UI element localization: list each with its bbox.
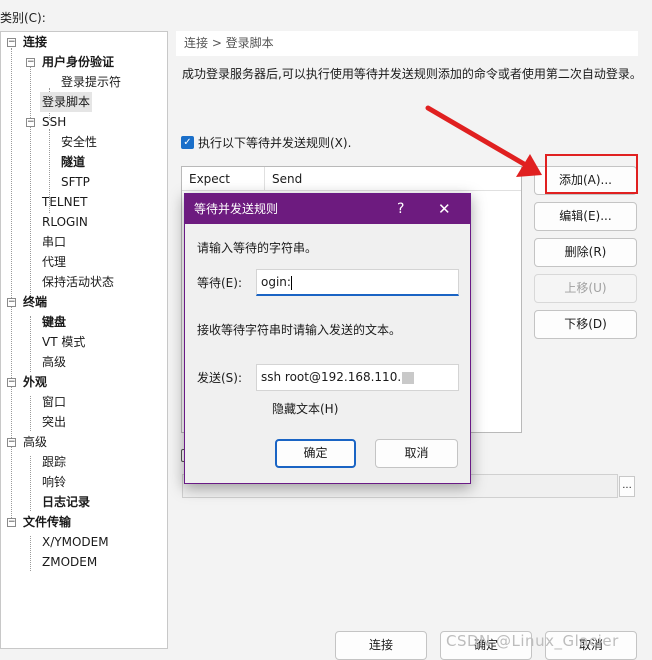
tree-item-file-transfer[interactable]: 文件传输 [23,512,71,532]
tree-item-advanced[interactable]: 高级 [23,432,47,452]
send-input[interactable]: ssh root@192.168.110. [256,364,459,391]
tree-item-auth[interactable]: 用户身份验证 [42,52,114,72]
tree-item-keyboard[interactable]: 键盘 [42,312,66,332]
move-down-button[interactable]: 下移(D) [534,310,637,339]
tree-item-tunnel[interactable]: 隧道 [61,152,85,172]
wait-input-value: ogin: [261,275,291,289]
delete-button[interactable]: 删除(R) [534,238,637,267]
send-prompt-text: 接收等待字符串时请输入发送的文本。 [197,323,402,337]
tree-item-terminal-advanced[interactable]: 高级 [42,352,66,372]
category-label: 类别(C): [0,11,46,25]
dialog-title: 等待并发送规则 [194,202,279,216]
tree-item-keepalive[interactable]: 保持活动状态 [42,272,114,292]
collapse-icon[interactable]: − [26,58,35,67]
tree-item-connection[interactable]: 连接 [23,32,47,52]
collapse-icon[interactable]: − [7,38,16,47]
wait-input[interactable]: ogin: [256,269,459,296]
tree-item-trace[interactable]: 跟踪 [42,452,66,472]
edit-button[interactable]: 编辑(E)... [534,202,637,231]
watermark: CSDN @Linux_Glacier [446,632,619,650]
text-cursor [290,275,292,290]
tree-item-telnet[interactable]: TELNET [42,192,88,212]
dialog-cancel-button[interactable]: 取消 [375,439,458,468]
tree-item-rlogin[interactable]: RLOGIN [42,212,88,232]
tree-item-zmodem[interactable]: ZMODEM [42,552,97,572]
tree-item-vt-mode[interactable]: VT 模式 [42,332,85,352]
tree-item-bell[interactable]: 响铃 [42,472,66,492]
collapse-icon[interactable]: − [7,518,16,527]
close-icon[interactable]: ✕ [438,194,451,224]
dialog-title-bar: 等待并发送规则 ? ✕ [185,194,470,224]
tree-item-window[interactable]: 窗口 [42,392,66,412]
dialog-ok-button[interactable]: 确定 [275,439,356,468]
tree-item-xymodem[interactable]: X/YMODEM [42,532,109,552]
tree-item-proxy[interactable]: 代理 [42,252,66,272]
browse-button[interactable]: ... [619,476,635,497]
tree-item-serial[interactable]: 串口 [42,232,66,252]
tree-item-security[interactable]: 安全性 [61,132,97,152]
tree-item-logging[interactable]: 日志记录 [42,492,90,512]
hide-text-label[interactable]: 隐藏文本(H) [272,400,338,417]
collapse-icon[interactable]: − [7,438,16,447]
tree-item-ssh[interactable]: SSH [42,112,66,132]
highlight-box [545,154,638,194]
collapse-icon[interactable]: − [26,118,35,127]
tree-item-sftp[interactable]: SFTP [61,172,90,192]
tree-item-appearance[interactable]: 外观 [23,372,47,392]
collapse-icon[interactable]: − [7,378,16,387]
tree-item-login-prompt[interactable]: 登录提示符 [61,72,121,92]
rule-checkbox[interactable]: ✓ [181,136,194,149]
tree-item-highlight[interactable]: 突出 [42,412,66,432]
wait-send-rule-dialog: 等待并发送规则 ? ✕ 请输入等待的字符串。 等待(E): ogin: 接收等待… [184,193,471,484]
send-label: 发送(S): [197,371,243,385]
wait-prompt-text: 请输入等待的字符串。 [197,241,318,255]
description-text: 成功登录服务器后,可以执行使用等待并发送规则添加的命令或者使用第二次自动登录。 [182,67,642,81]
send-input-value: ssh root@192.168.110. [261,370,402,384]
breadcrumb: 连接 > 登录脚本 [176,31,638,56]
column-expect[interactable]: Expect [182,167,264,191]
help-icon[interactable]: ? [397,194,404,224]
red-arrow-icon [425,105,542,177]
category-tree[interactable]: − − − − − − − 连接 用户身份验证 登录提示符 登录脚本 SSH 安… [0,31,168,649]
tree-item-terminal[interactable]: 终端 [23,292,47,312]
connect-button[interactable]: 连接 [335,631,427,660]
tree-item-login-script[interactable]: 登录脚本 [40,92,93,112]
move-up-button[interactable]: 上移(U) [534,274,637,303]
collapse-icon[interactable]: − [7,298,16,307]
rule-checkbox-label[interactable]: 执行以下等待并发送规则(X). [198,134,351,151]
redacted-mark [402,371,415,384]
wait-label: 等待(E): [197,276,242,290]
